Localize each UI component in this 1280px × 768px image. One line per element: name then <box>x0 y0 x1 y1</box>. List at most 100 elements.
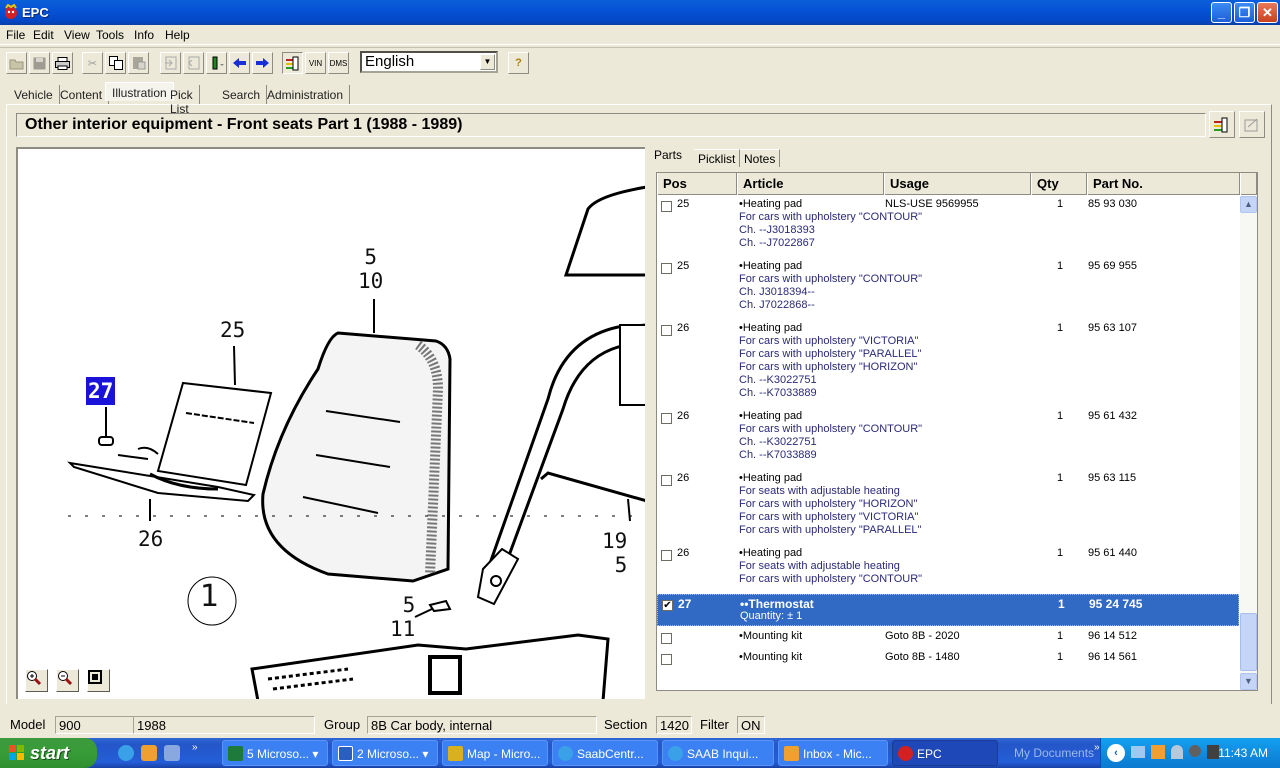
chevron-up-icon: ▲ <box>1244 199 1253 209</box>
tab-pick-list[interactable]: Pick List <box>164 85 200 116</box>
table-row[interactable]: •Mounting kit Goto 8B - 1480 1 96 14 561 <box>657 649 1239 670</box>
volume-icon[interactable] <box>1189 745 1201 757</box>
tab-search[interactable]: Search <box>216 85 268 104</box>
minimize-button[interactable]: _ <box>1211 2 1232 23</box>
tab-content[interactable]: Content <box>54 85 110 104</box>
vin-button[interactable]: VIN <box>305 52 326 74</box>
task-inbox[interactable]: Inbox - Mic... <box>778 740 888 766</box>
note-line: For cars with upholstery "CONTOUR" <box>739 573 923 585</box>
table-row[interactable]: 25 •Heating pad 1 95 69 955 For cars with up… <box>657 258 1239 317</box>
outlook-tray-icon[interactable] <box>1151 745 1165 759</box>
zoom-in-button[interactable] <box>25 669 48 692</box>
menu-edit[interactable]: Edit <box>33 28 54 42</box>
menu-file[interactable]: File <box>6 28 25 42</box>
back-button[interactable] <box>229 52 250 74</box>
status-indicator-button[interactable] <box>206 52 227 74</box>
menu-tools[interactable]: Tools <box>96 28 124 42</box>
import-button[interactable] <box>160 52 181 74</box>
task-excel[interactable]: 5 Microso... ▾ <box>222 740 328 766</box>
row-checkbox[interactable] <box>661 325 672 336</box>
scroll-up-button[interactable]: ▲ <box>1240 196 1257 213</box>
callout-27[interactable]: 27 <box>86 377 116 405</box>
task-epc[interactable]: EPC <box>892 740 998 766</box>
table-row[interactable]: 26 •Heating pad 1 95 61 440 For seats with a… <box>657 545 1239 591</box>
cut-button[interactable]: ✂ <box>82 52 103 74</box>
table-row[interactable]: 26 •Heating pad 1 95 61 432 For cars with up… <box>657 408 1239 467</box>
column-article[interactable]: Article <box>737 173 884 195</box>
messenger-icon[interactable] <box>1171 745 1183 759</box>
row-checkbox[interactable] <box>661 633 672 644</box>
task-saab-inquiry[interactable]: SAAB Inqui... <box>662 740 774 766</box>
callout-5-10[interactable]: 5 10 <box>358 245 383 293</box>
column-part-no[interactable]: Part No. <box>1087 173 1240 195</box>
edit-note-button[interactable] <box>1239 111 1265 138</box>
scroll-thumb[interactable] <box>1240 613 1257 671</box>
row-checkbox[interactable] <box>661 475 672 486</box>
quicklaunch-overflow-icon[interactable]: » <box>192 742 198 753</box>
table-row[interactable]: 25 •Heating pad NLS-USE 9569955 1 85 93 030 F… <box>657 196 1239 255</box>
tab-parts[interactable]: Parts <box>650 146 686 164</box>
tab-picklist[interactable]: Picklist <box>694 149 741 167</box>
column-pos[interactable]: Pos <box>657 173 737 195</box>
restore-button[interactable]: ❐ <box>1234 2 1255 23</box>
part-no-cell: 85 93 030 <box>1088 198 1137 210</box>
forward-button[interactable] <box>252 52 273 74</box>
row-checkbox[interactable] <box>661 201 672 212</box>
illustration-panel[interactable]: 5 10 25 27 26 19 5 5 11 1 <box>16 147 645 699</box>
clock[interactable]: 11:43 AM <box>1218 746 1268 760</box>
print-button[interactable] <box>52 52 73 74</box>
menu-view[interactable]: View <box>64 28 90 42</box>
exit-button[interactable] <box>282 52 303 74</box>
save-button[interactable] <box>29 52 50 74</box>
row-checkbox[interactable]: ✔ <box>662 600 673 611</box>
callout-25[interactable]: 25 <box>220 318 245 342</box>
column-qty[interactable]: Qty <box>1031 173 1087 195</box>
task-word[interactable]: 2 Microso... ▾ <box>332 740 438 766</box>
row-checkbox[interactable] <box>661 263 672 274</box>
row-checkbox[interactable] <box>661 654 672 665</box>
menu-info[interactable]: Info <box>134 28 154 42</box>
network-icon[interactable] <box>1131 746 1145 758</box>
article-cell: •Heating pad <box>739 410 803 422</box>
table-row[interactable]: ✔ 27 ••Thermostat 1 95 24 745 Quantity: ± 1 <box>657 594 1239 626</box>
callout-19-5[interactable]: 19 5 <box>602 529 627 577</box>
open-button[interactable] <box>6 52 27 74</box>
outlook-quicklaunch-icon[interactable] <box>141 745 157 761</box>
row-checkbox[interactable] <box>661 550 672 561</box>
ie-quicklaunch-icon[interactable] <box>118 745 134 761</box>
device-icon[interactable] <box>1207 745 1219 759</box>
fit-to-window-button[interactable] <box>87 669 110 692</box>
pos-cell: 26 <box>677 410 690 422</box>
column-usage[interactable]: Usage <box>884 173 1031 195</box>
desktop-quicklaunch-icon[interactable] <box>164 745 180 761</box>
start-button[interactable]: start <box>0 738 97 768</box>
zoom-out-button[interactable] <box>56 669 79 692</box>
chevron-down-icon[interactable]: ▼ <box>480 54 495 70</box>
help-button[interactable]: ? <box>508 52 529 74</box>
tab-administration[interactable]: Administration <box>261 85 351 104</box>
language-select[interactable]: English ▼ <box>360 51 498 73</box>
paste-button[interactable] <box>128 52 149 74</box>
tab-notes[interactable]: Notes <box>740 149 781 167</box>
dms-button[interactable]: DMS <box>328 52 349 74</box>
my-documents-toolbar[interactable]: My Documents <box>1014 746 1094 760</box>
scroll-down-button[interactable]: ▼ <box>1240 673 1257 690</box>
exit-section-button[interactable] <box>1209 111 1235 138</box>
toolbar-overflow-icon[interactable]: » <box>1094 742 1100 753</box>
export-button[interactable] <box>183 52 204 74</box>
tab-vehicle[interactable]: Vehicle <box>8 85 60 104</box>
tray-expand-icon[interactable]: ‹ <box>1107 744 1125 762</box>
task-saabcentral[interactable]: SaabCentr... <box>552 740 658 766</box>
close-button[interactable]: ✕ <box>1257 2 1278 23</box>
qty-cell: 1 <box>1057 547 1064 559</box>
vertical-scrollbar[interactable]: ▲ ▼ <box>1240 196 1257 690</box>
table-row[interactable]: 26 •Heating pad 1 95 63 107 For cars with up… <box>657 320 1239 405</box>
table-row[interactable]: •Mounting kit Goto 8B - 2020 1 96 14 512 <box>657 628 1239 649</box>
callout-5-11[interactable]: 5 11 <box>390 593 415 641</box>
copy-button[interactable] <box>105 52 126 74</box>
row-checkbox[interactable] <box>661 413 672 424</box>
table-row[interactable]: 26 •Heating pad 1 95 63 115 For seats with a… <box>657 470 1239 542</box>
callout-26[interactable]: 26 <box>138 527 163 551</box>
menu-help[interactable]: Help <box>165 28 190 42</box>
task-map[interactable]: Map - Micro... <box>442 740 548 766</box>
